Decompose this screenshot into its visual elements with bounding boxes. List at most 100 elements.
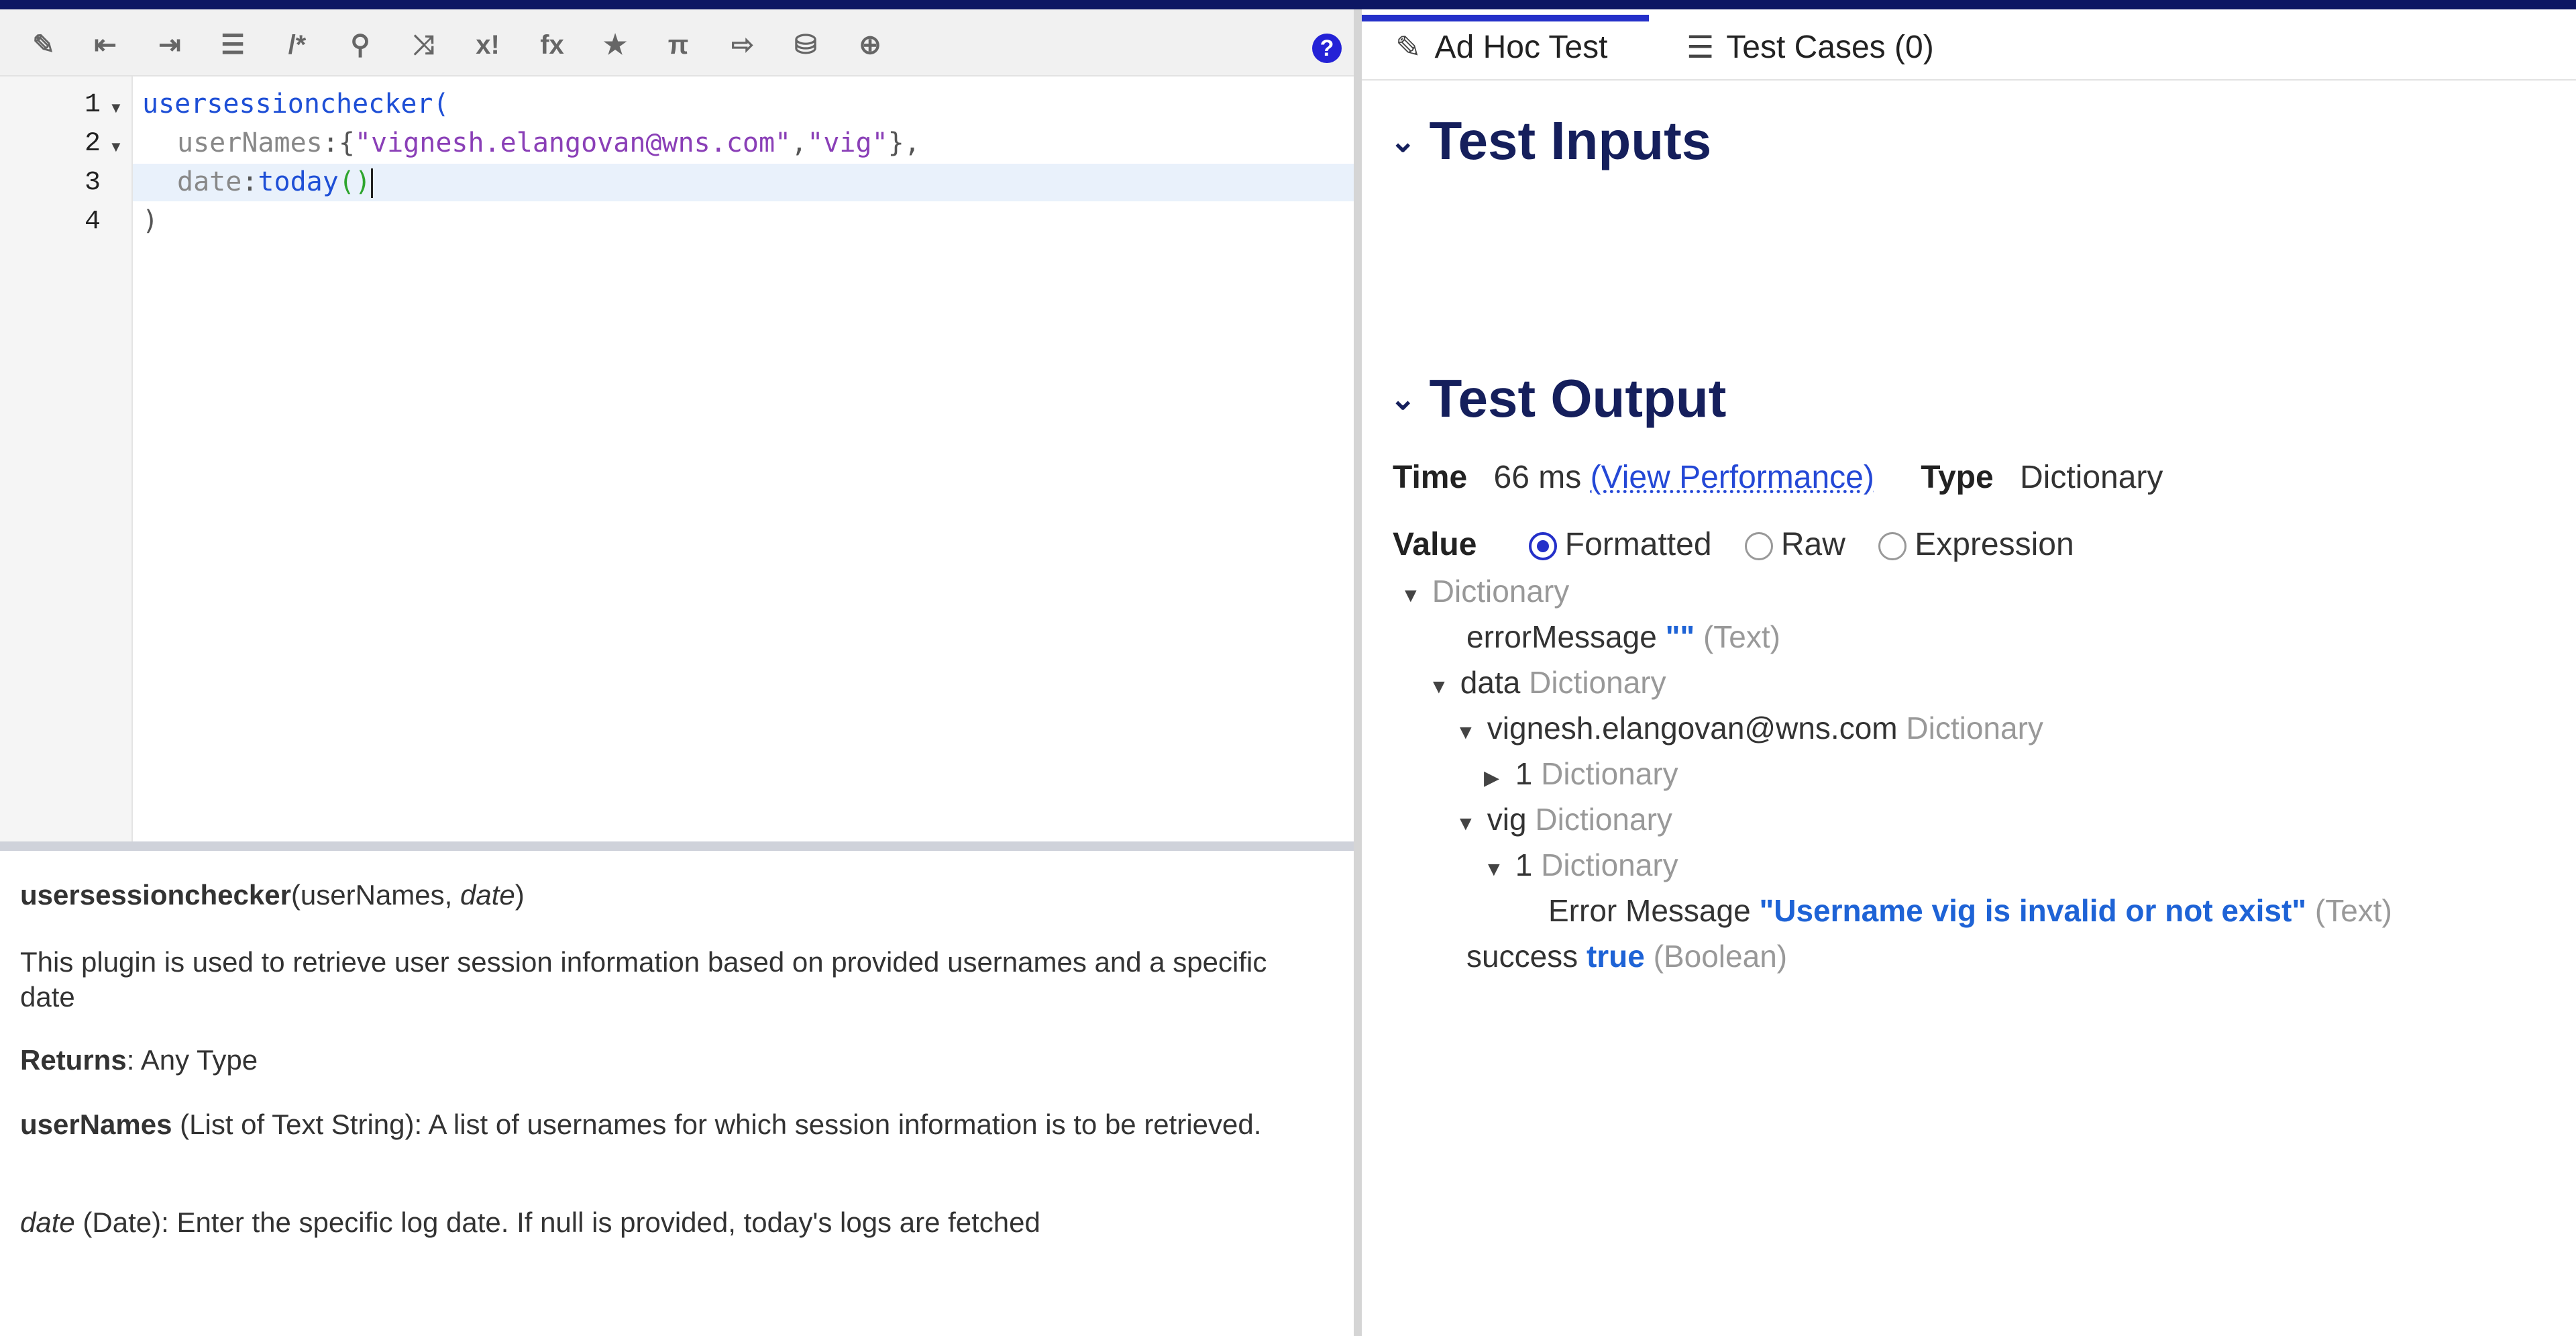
radio-label: Expression bbox=[1915, 527, 2074, 562]
pi-icon[interactable]: π bbox=[660, 27, 696, 63]
top-accent-bar bbox=[0, 0, 2576, 9]
radio-label: Formatted bbox=[1564, 527, 1712, 562]
edit-icon: ✎ bbox=[1395, 30, 1421, 64]
fold-arrow-icon[interactable]: ▼ bbox=[109, 99, 123, 117]
magic-wand-icon[interactable]: ✎ bbox=[25, 27, 62, 63]
shuffle-icon[interactable]: ⤨ bbox=[405, 27, 441, 63]
line-number: 3 bbox=[84, 168, 101, 198]
punctuation: }, bbox=[888, 127, 920, 158]
radio-formatted[interactable]: Formatted bbox=[1528, 527, 1712, 562]
tree-node-error-message: Error Message "Username vig is invalid o… bbox=[1548, 892, 2392, 929]
database-search-icon[interactable]: ⛁ bbox=[788, 27, 824, 63]
section-title: Test Inputs bbox=[1429, 111, 1712, 170]
line-number: 4 bbox=[84, 207, 101, 237]
tab-label: Test Cases (0) bbox=[1726, 29, 1934, 65]
tree-node-data[interactable]: ▼ data Dictionary bbox=[1429, 664, 1666, 701]
code-line-1: usersessionchecker( bbox=[142, 89, 449, 119]
function-name: usersessionchecker( bbox=[142, 89, 449, 119]
test-output-section[interactable]: ⌄ Test Output bbox=[1390, 368, 1726, 429]
tree-type: Dictionary bbox=[1529, 665, 1666, 700]
param-description: (List of Text String): A list of usernam… bbox=[172, 1109, 1262, 1140]
tree-key: Error Message bbox=[1548, 893, 1751, 928]
export-icon[interactable]: ⇨ bbox=[724, 27, 761, 63]
code-line-2: userNames:{"vignesh.elangovan@wns.com","… bbox=[177, 127, 920, 158]
caret-down-icon[interactable]: ▼ bbox=[1484, 858, 1507, 881]
type-value: Dictionary bbox=[2020, 460, 2163, 495]
tree-node-user1-child[interactable]: ▶ 1 Dictionary bbox=[1484, 756, 1678, 792]
tree-node-root[interactable]: ▼ Dictionary bbox=[1401, 573, 1569, 609]
view-performance-link[interactable]: (View Performance) bbox=[1591, 460, 1874, 495]
signature-arg-date: date bbox=[460, 879, 515, 911]
time-value: 66 ms bbox=[1493, 460, 1582, 495]
function-description: This plugin is used to retrieve user ses… bbox=[20, 946, 1267, 1013]
punctuation: : bbox=[241, 166, 258, 197]
parentheses: () bbox=[338, 166, 372, 197]
tree-key: 1 bbox=[1515, 847, 1533, 882]
caret-right-icon[interactable]: ▶ bbox=[1484, 766, 1507, 790]
param-usernames-doc: userNames (List of Text String): A list … bbox=[20, 1107, 1322, 1142]
tree-node-success: success true (Boolean) bbox=[1466, 938, 1787, 974]
radio-unselected-icon bbox=[1878, 532, 1907, 561]
tab-ad-hoc-test[interactable]: ✎ Ad Hoc Test bbox=[1395, 15, 1607, 79]
code-editor[interactable]: 1 ▼ 2 ▼ 3 4 usersessionchecker( userName… bbox=[0, 76, 1354, 841]
help-icon[interactable]: ? bbox=[1312, 34, 1342, 63]
value-row: Value Formatted Raw Expression bbox=[1393, 526, 2074, 563]
fold-arrow-icon[interactable]: ▼ bbox=[109, 138, 123, 156]
function-documentation: usersessionchecker(userNames, date) This… bbox=[0, 851, 1354, 1336]
returns-value: : Any Type bbox=[126, 1044, 258, 1076]
test-panel: ✎ Ad Hoc Test ☰ Test Cases (0) ⌄ Test In… bbox=[1362, 9, 2576, 1336]
time-label: Time bbox=[1393, 460, 1468, 495]
caret-down-icon[interactable]: ▼ bbox=[1456, 721, 1479, 744]
search-icon[interactable]: ⚲ bbox=[342, 27, 378, 63]
tree-node-errormessage: errorMessage "" (Text) bbox=[1466, 619, 1780, 655]
tree-key: data bbox=[1460, 665, 1521, 700]
param-date-doc: date (Date): Enter the specific log date… bbox=[20, 1205, 1322, 1240]
line-number: 2 bbox=[84, 129, 101, 159]
caret-down-icon[interactable]: ▼ bbox=[1456, 813, 1479, 835]
param-name: userNames bbox=[177, 127, 323, 158]
param-name: userNames bbox=[20, 1109, 172, 1140]
code-line-4: ) bbox=[142, 205, 158, 236]
function-icon[interactable]: fx bbox=[534, 27, 570, 63]
star-icon[interactable]: ★ bbox=[597, 27, 633, 63]
panel-divider[interactable] bbox=[1354, 9, 1362, 1336]
test-inputs-section[interactable]: ⌄ Test Inputs bbox=[1390, 110, 1711, 172]
caret-down-icon[interactable]: ▼ bbox=[1429, 676, 1452, 699]
expression-editor-panel: ✎ ⇤ ⇥ ☰ /* ⚲ ⤨ x! fx ★ π ⇨ ⛁ ⊕ ? 1 ▼ 2 ▼… bbox=[0, 9, 1354, 1336]
punctuation: , bbox=[791, 127, 808, 158]
list-icon[interactable]: ☰ bbox=[215, 27, 251, 63]
line-number: 1 bbox=[84, 90, 101, 120]
punctuation: ) bbox=[142, 205, 159, 236]
tree-type: (Text) bbox=[2314, 893, 2392, 928]
param-description: (Date): Enter the specific log date. If … bbox=[74, 1206, 1040, 1238]
time-row: Time 66 ms (View Performance) Type Dicti… bbox=[1393, 459, 2163, 496]
globe-icon[interactable]: ⊕ bbox=[852, 27, 888, 63]
string-literal: "vignesh.elangovan@wns.com" bbox=[354, 127, 792, 158]
tree-node-user2-child[interactable]: ▼ 1 Dictionary bbox=[1484, 847, 1678, 883]
tree-key: success bbox=[1466, 939, 1578, 974]
list-icon: ☰ bbox=[1686, 30, 1715, 64]
tree-type: Dictionary bbox=[1432, 574, 1570, 609]
chevron-down-icon: ⌄ bbox=[1390, 123, 1416, 158]
tree-node-user2[interactable]: ▼ vig Dictionary bbox=[1456, 801, 1672, 837]
tab-test-cases[interactable]: ☰ Test Cases (0) bbox=[1686, 15, 1934, 79]
indent-icon[interactable]: ⇥ bbox=[152, 27, 188, 63]
outdent-icon[interactable]: ⇤ bbox=[87, 27, 123, 63]
factorial-icon[interactable]: x! bbox=[470, 27, 506, 63]
tree-node-user1[interactable]: ▼ vignesh.elangovan@wns.com Dictionary bbox=[1456, 710, 2043, 746]
radio-raw[interactable]: Raw bbox=[1744, 527, 1845, 562]
tree-type: Dictionary bbox=[1541, 756, 1678, 791]
caret-down-icon[interactable]: ▼ bbox=[1401, 584, 1424, 607]
tree-type: Dictionary bbox=[1906, 711, 2043, 746]
signature-name: usersessionchecker bbox=[20, 879, 291, 911]
tree-key: vignesh.elangovan@wns.com bbox=[1487, 711, 1898, 746]
tab-label: Ad Hoc Test bbox=[1434, 29, 1608, 65]
comment-icon[interactable]: /* bbox=[279, 27, 315, 63]
radio-expression[interactable]: Expression bbox=[1878, 527, 2074, 562]
tab-separator bbox=[1362, 79, 2576, 81]
editor-doc-splitter[interactable] bbox=[0, 841, 1354, 851]
tree-value: "" bbox=[1665, 619, 1695, 654]
string-literal: "vig" bbox=[807, 127, 888, 158]
tree-key: vig bbox=[1487, 802, 1527, 837]
chevron-down-icon: ⌄ bbox=[1390, 381, 1416, 416]
